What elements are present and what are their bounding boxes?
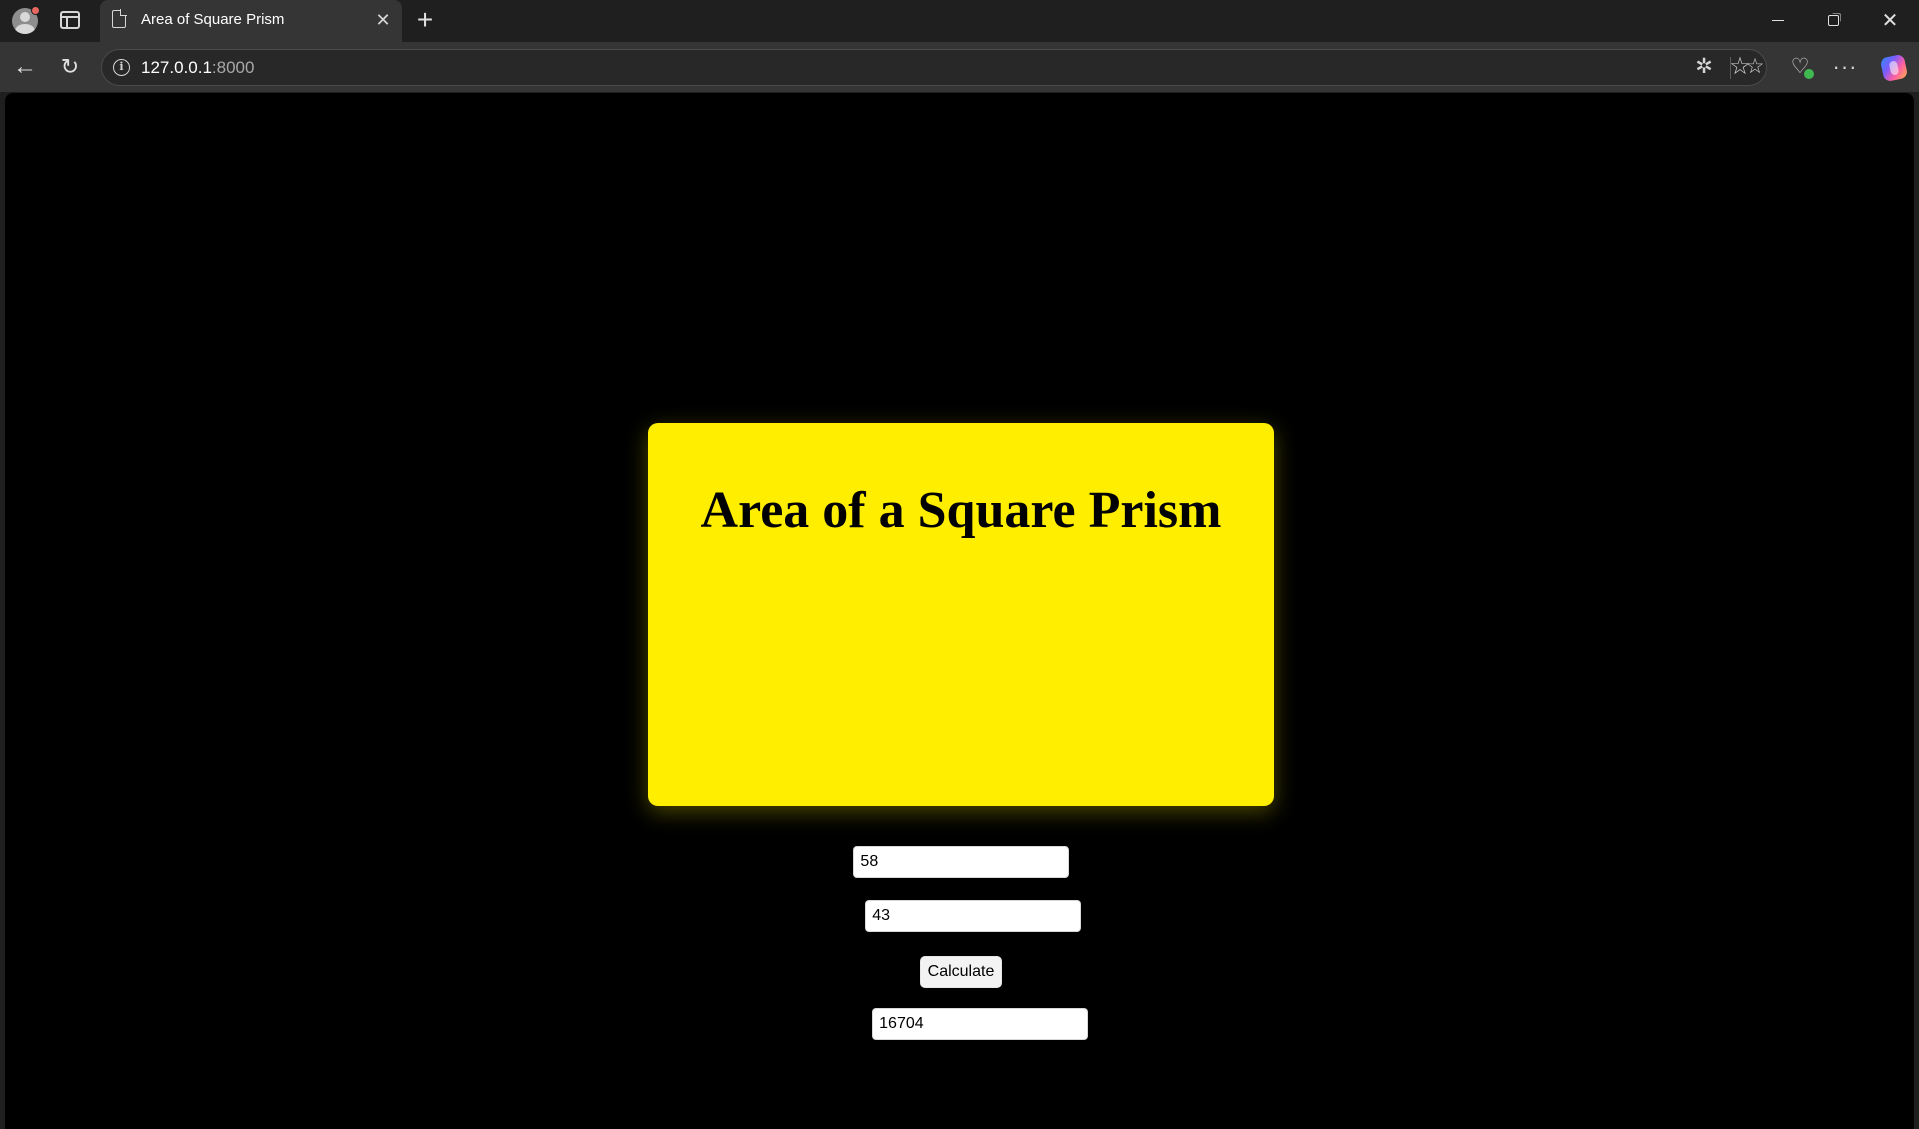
height-row: Height : (in m): [648, 899, 1274, 933]
new-tab-button[interactable]: +: [409, 4, 441, 36]
calculator-card: Area of a Square Prism Side : (in m) Hei…: [648, 423, 1274, 1040]
side-unit: (in m): [1076, 848, 1139, 875]
favorites-icon[interactable]: ☆: [1738, 50, 1772, 84]
page-viewport: Area of a Square Prism Side : (in m) Hei…: [5, 93, 1914, 1129]
tab-close-icon[interactable]: ✕: [371, 8, 395, 32]
extensions-puzzle-icon[interactable]: ✲: [1687, 50, 1721, 84]
height-label: Height :: [771, 902, 854, 929]
browser-essentials-heart-icon[interactable]: ♡: [1783, 50, 1817, 84]
tab-area-of-square-prism[interactable]: Area of Square Prism ✕: [100, 0, 402, 42]
area-unit: m2: [1095, 1007, 1123, 1038]
restore-button[interactable]: [1811, 6, 1855, 36]
area-unit-exponent: 2: [1114, 1005, 1124, 1026]
side-input[interactable]: [853, 846, 1070, 878]
profile-notification-dot: [31, 6, 40, 15]
area-unit-base: m: [1095, 1010, 1115, 1037]
browser-toolbar: ← ↻ i 127.0.0.1:8000 ☆ ✲ ☆ ♡ ···: [0, 42, 1919, 92]
window-close-button[interactable]: ✕: [1868, 6, 1912, 36]
page-icon: [112, 9, 127, 28]
height-input[interactable]: [865, 900, 1082, 932]
area-label: Area :: [798, 1010, 861, 1037]
address-bar[interactable]: i 127.0.0.1:8000 ☆: [101, 49, 1767, 86]
url-host: 127.0.0.1: [141, 58, 212, 77]
calculate-button[interactable]: Calculate: [919, 956, 1003, 988]
area-row: Area : m2: [648, 1007, 1274, 1041]
back-arrow-icon[interactable]: ←: [8, 50, 42, 84]
area-output[interactable]: [872, 1008, 1089, 1040]
tab-strip: Area of Square Prism ✕ + ✕: [0, 0, 1919, 42]
url-text[interactable]: 127.0.0.1:8000: [141, 58, 254, 78]
side-row: Side : (in m): [648, 845, 1274, 879]
tab-title: Area of Square Prism: [141, 11, 285, 28]
height-unit: (in m): [1088, 902, 1151, 929]
toolbar-divider: [1730, 57, 1731, 79]
side-label: Side :: [783, 848, 842, 875]
site-info-icon[interactable]: i: [113, 59, 130, 76]
more-options-icon[interactable]: ···: [1828, 50, 1862, 84]
reload-icon[interactable]: ↻: [53, 50, 87, 84]
page-title: Area of a Square Prism: [700, 482, 1222, 539]
url-port: :8000: [211, 58, 255, 77]
minimize-button[interactable]: [1756, 6, 1800, 36]
tab-actions-icon[interactable]: [60, 11, 80, 29]
copilot-icon[interactable]: [1876, 50, 1910, 84]
calculate-row: Calculate: [648, 955, 1274, 989]
